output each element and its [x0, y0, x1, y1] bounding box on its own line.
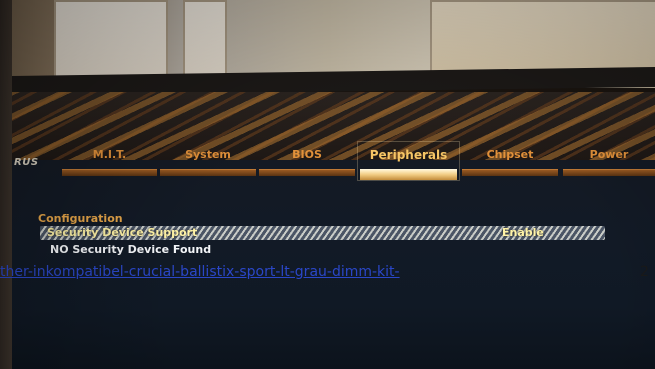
url-overlay: ther-inkompatibel-crucial-ballistix-spor…	[0, 264, 655, 284]
brand-logo-fragment: RUS	[14, 157, 39, 168]
section-title: Configuration	[38, 212, 123, 225]
tab-power[interactable]: Power	[563, 144, 655, 178]
left-edge-frame	[0, 0, 12, 369]
overlay-number: 2	[640, 264, 649, 280]
tab-underline	[160, 169, 256, 176]
tab-chipset[interactable]: Chipset	[462, 144, 558, 178]
tab-underline	[462, 169, 558, 176]
tab-label: Peripherals	[369, 148, 448, 162]
tab-underline	[563, 169, 655, 176]
setting-name: Security Device Support	[47, 226, 198, 239]
tab-peripherals[interactable]: Peripherals	[357, 141, 460, 181]
tab-label: M.I.T.	[92, 148, 127, 161]
tab-underline	[62, 169, 157, 176]
status-text: NO Security Device Found	[50, 243, 212, 256]
setting-value[interactable]: Enable	[502, 226, 544, 239]
tab-label: Chipset	[486, 148, 534, 161]
tab-mit[interactable]: M.I.T.	[62, 144, 157, 178]
tab-underline	[259, 169, 355, 176]
tab-bios[interactable]: BIOS	[259, 144, 355, 178]
tab-label: BIOS	[292, 148, 322, 161]
tab-label: System	[185, 148, 231, 161]
photo-of-bios-screen: RUS M.I.T. System BIOS Peripherals Chips…	[0, 0, 655, 369]
tab-label: Power	[589, 148, 629, 161]
window-pane	[183, 0, 227, 82]
tab-underline-active	[360, 169, 457, 180]
window-pane	[54, 0, 168, 82]
tab-system[interactable]: System	[160, 144, 256, 178]
url-link[interactable]: ther-inkompatibel-crucial-ballistix-spor…	[0, 264, 400, 280]
